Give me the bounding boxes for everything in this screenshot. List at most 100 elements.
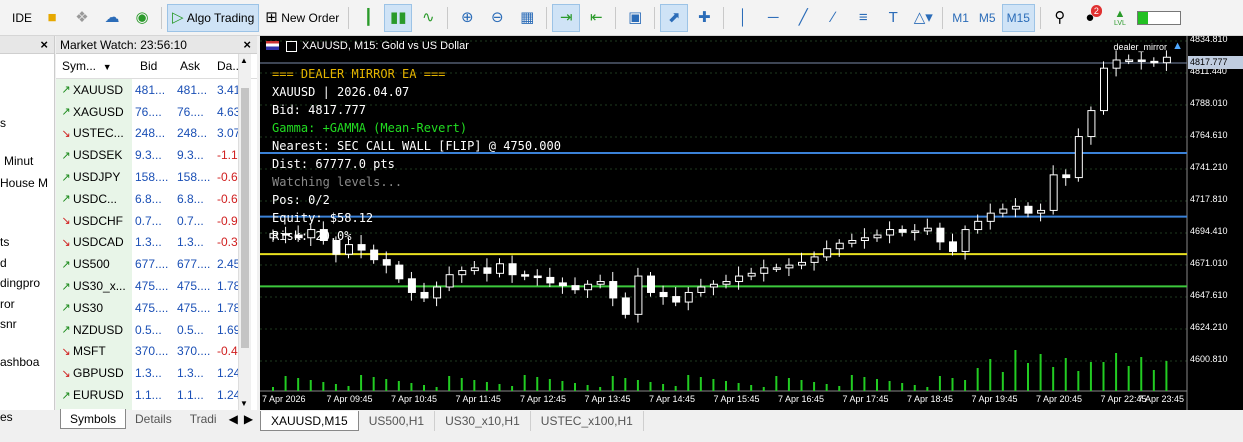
scroll-up-icon[interactable]: ▲	[240, 56, 248, 65]
market-watch-row[interactable]: ↗ XAGUSD 76.... 76.... 4.63...	[56, 100, 257, 123]
close-icon[interactable]: ×	[243, 36, 251, 54]
market-watch-row[interactable]: ↘ USTEC... 248... 248... 3.07...	[56, 122, 257, 145]
candle-body	[1137, 59, 1146, 62]
autoscroll-icon[interactable]: ⇥	[552, 3, 581, 32]
symbol-name: US30	[73, 300, 104, 315]
fibonacci-icon[interactable]: ≡	[849, 4, 877, 32]
symbol-cell: ↗ XAUUSD	[56, 79, 132, 101]
tab-symbols[interactable]: Symbols	[60, 409, 127, 429]
cursor-icon[interactable]: ⬈	[660, 3, 689, 32]
timeframe-m15[interactable]: M15	[1001, 3, 1035, 32]
navigator-item[interactable]: s	[0, 116, 6, 130]
market-watch-row[interactable]: ↗ EURUSD 1.1... 1.1... 1.24...	[56, 384, 257, 406]
market-watch-row[interactable]: ↗ US30 475.... 475.... 1.78...	[56, 297, 257, 319]
tab-scroll-left-icon[interactable]: ◀	[226, 409, 241, 429]
column-header-bid[interactable]: Bid	[132, 59, 174, 73]
level-icon[interactable]: ▲ LVL	[1106, 4, 1134, 32]
market-watch-row[interactable]: ↘ MSFT 370.... 370.... -0.4...	[56, 340, 257, 363]
candlestick-icon[interactable]: ▮▮	[384, 3, 413, 32]
ide-button[interactable]: IDE	[8, 4, 36, 32]
tab-details[interactable]: Details	[126, 409, 181, 429]
grid-icon[interactable]: ▦	[513, 4, 541, 32]
cloud-icon[interactable]: ☁	[98, 4, 126, 32]
navigator-item[interactable]: ror	[0, 297, 15, 311]
market-watch-row[interactable]: ↗ US500 677.... 677.... 2.45...	[56, 253, 257, 276]
arrow-down-icon: ↘	[61, 215, 71, 228]
market-watch-tabs: Symbols Details Tradi ◀ ▶	[60, 409, 256, 429]
timeframe-m5[interactable]: M5	[975, 4, 1000, 32]
shapes-icon[interactable]: △▾	[909, 4, 937, 32]
channel-icon[interactable]: ∕	[819, 4, 847, 32]
bar-chart-icon[interactable]: ┃	[354, 4, 382, 32]
bag-icon[interactable]: ■	[38, 4, 66, 32]
main-toolbar: IDE ■ ❖ ☁ ◉ ▷ Algo Trading ⊞ New Order ┃…	[0, 0, 1243, 36]
trendline-icon[interactable]: ╱	[789, 4, 817, 32]
market-watch-row[interactable]: ↘ USDCAD 1.3... 1.3... -0.3...	[56, 231, 257, 254]
notifications-icon[interactable]: ● 2	[1076, 4, 1104, 32]
ea-info-line: Nearest: SEC CALL WALL [FLIP] @ 4750.000	[272, 139, 561, 153]
market-watch-row[interactable]: ↗ XAUUSD 481... 481... 3.41...	[56, 79, 257, 101]
chart-shift-icon[interactable]: ⇤	[582, 4, 610, 32]
market-watch-row[interactable]: ↗ USDJPY 158.... 158.... -0.6...	[56, 166, 257, 188]
market-watch-row[interactable]: ↘ GBPUSD 1.3... 1.3... 1.24...	[56, 362, 257, 385]
candle-body	[999, 208, 1008, 214]
candle-body	[949, 241, 957, 252]
crosshair-icon[interactable]: ✚	[690, 4, 718, 32]
chart-tab[interactable]: US30_x10,H1	[435, 411, 531, 431]
tab-scroll-right-icon[interactable]: ▶	[241, 409, 256, 429]
toolbar-divider	[161, 6, 163, 29]
market-watch-row[interactable]: ↗ USDSEK 9.3... 9.3... -1.1...	[56, 144, 257, 167]
new-order-button[interactable]: ⊞ New Order	[261, 4, 343, 32]
market-icon[interactable]: ◉	[128, 4, 156, 32]
toolbar-divider	[447, 6, 449, 29]
market-watch-row[interactable]: ↗ US30_x... 475.... 475.... 1.78...	[56, 275, 257, 297]
search-icon[interactable]: ⚲	[1046, 4, 1074, 32]
signal-icon[interactable]: ❖	[68, 4, 96, 32]
bid-cell: 9.3...	[135, 148, 162, 163]
ask-cell: 6.8...	[177, 191, 204, 206]
market-watch-row[interactable]: ↘ USDCHF 0.7... 0.7... -0.9...	[56, 209, 257, 232]
text-icon[interactable]: T	[879, 4, 907, 32]
timeframe-m1[interactable]: M1	[948, 4, 973, 32]
navigator-item[interactable]: ts	[0, 235, 9, 249]
navigator-item[interactable]: dingpro	[0, 276, 40, 290]
chart-tab[interactable]: XAUUSD,M15	[260, 411, 359, 431]
navigator-item[interactable]: ashboa	[0, 355, 39, 369]
vertical-line-icon[interactable]: │	[729, 4, 757, 32]
candle-body	[496, 263, 504, 274]
navigator-tab[interactable]: es	[0, 410, 13, 424]
zoom-in-icon[interactable]: ⊕	[453, 4, 481, 32]
screenshot-icon[interactable]: ▣	[621, 4, 649, 32]
chart-tab[interactable]: USTEC_x100,H1	[531, 411, 644, 431]
arrow-up-icon: ↗	[61, 389, 71, 402]
line-chart-icon[interactable]: ∿	[414, 4, 442, 32]
column-header-ask[interactable]: Ask	[174, 59, 214, 73]
ea-info-line: Pos: 0/2	[272, 193, 330, 207]
tab-trading[interactable]: Tradi	[181, 409, 226, 429]
candle-body	[886, 229, 895, 236]
navigator-item[interactable]: d	[0, 256, 7, 270]
market-watch-scrollbar[interactable]: ▲ ▼	[238, 54, 251, 410]
scrollbar-thumb[interactable]	[241, 88, 249, 348]
column-header-symbol[interactable]: Sym... ▼	[56, 59, 132, 73]
algo-trading-button[interactable]: ▷ Algo Trading	[167, 3, 260, 32]
symbol-name: XAGUSD	[73, 104, 124, 119]
horizontal-line-icon[interactable]: ─	[759, 4, 787, 32]
level-label: LVL	[1113, 19, 1126, 27]
market-watch-row[interactable]: ↗ NZDUSD 0.5... 0.5... 1.69...	[56, 318, 257, 341]
scroll-down-icon[interactable]: ▼	[240, 399, 248, 408]
navigator-item[interactable]: House M	[0, 176, 48, 190]
play-icon: ▷	[172, 9, 184, 26]
arrow-up-icon: ↗	[61, 302, 71, 315]
candle-body	[986, 212, 995, 222]
zoom-out-icon[interactable]: ⊖	[483, 4, 511, 32]
navigator-item[interactable]: Minut	[4, 154, 33, 168]
price-chart[interactable]: XAUUSD, M15: Gold vs US Dollar dealer_mi…	[260, 36, 1243, 410]
notification-badge: 2	[1090, 4, 1102, 17]
chart-tab[interactable]: US500,H1	[359, 411, 436, 431]
ask-cell: 370....	[177, 344, 211, 359]
chart-tabs: XAUUSD,M15 US500,H1 US30_x10,H1 USTEC_x100,…	[260, 411, 644, 431]
close-icon[interactable]: ×	[40, 36, 48, 54]
navigator-item[interactable]: snr	[0, 317, 17, 331]
market-watch-row[interactable]: ↗ USDC... 6.8... 6.8... -0.6...	[56, 188, 257, 210]
